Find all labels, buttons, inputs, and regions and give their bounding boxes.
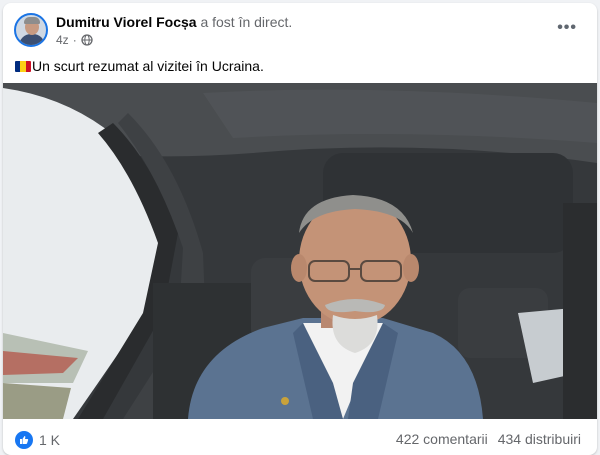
post-timestamp[interactable]: 4z	[56, 33, 69, 47]
post-meta: 4z ·	[56, 33, 93, 47]
live-video-player[interactable]	[3, 83, 597, 419]
post-footer: 1 K 422 comentarii 434 distribuiri	[3, 419, 597, 455]
post-header: Dumitru Viorel Focșa a fost în direct. 4…	[3, 3, 597, 55]
reactions-summary[interactable]: 1 K	[15, 431, 60, 449]
shares-count[interactable]: 434 distribuiri	[498, 431, 581, 447]
post-action-text: a fost în direct.	[200, 14, 293, 30]
comments-count[interactable]: 422 comentarii	[396, 431, 488, 447]
romania-flag-icon	[15, 60, 31, 72]
author-avatar[interactable]	[14, 13, 48, 47]
like-icon	[15, 431, 33, 449]
author-line: Dumitru Viorel Focșa a fost în direct.	[56, 14, 292, 30]
author-name[interactable]: Dumitru Viorel Focșa	[56, 14, 197, 30]
post-text-content: Un scurt rezumat al vizitei în Ucraina.	[32, 58, 264, 74]
more-options-icon[interactable]: •••	[557, 19, 577, 37]
video-frame	[3, 83, 597, 419]
post-card: Dumitru Viorel Focșa a fost în direct. 4…	[3, 3, 597, 455]
reaction-count: 1 K	[39, 432, 61, 448]
engagement-stats: 422 comentarii 434 distribuiri	[396, 431, 581, 447]
globe-icon	[81, 34, 93, 46]
post-text: Un scurt rezumat al vizitei în Ucraina.	[15, 58, 264, 74]
